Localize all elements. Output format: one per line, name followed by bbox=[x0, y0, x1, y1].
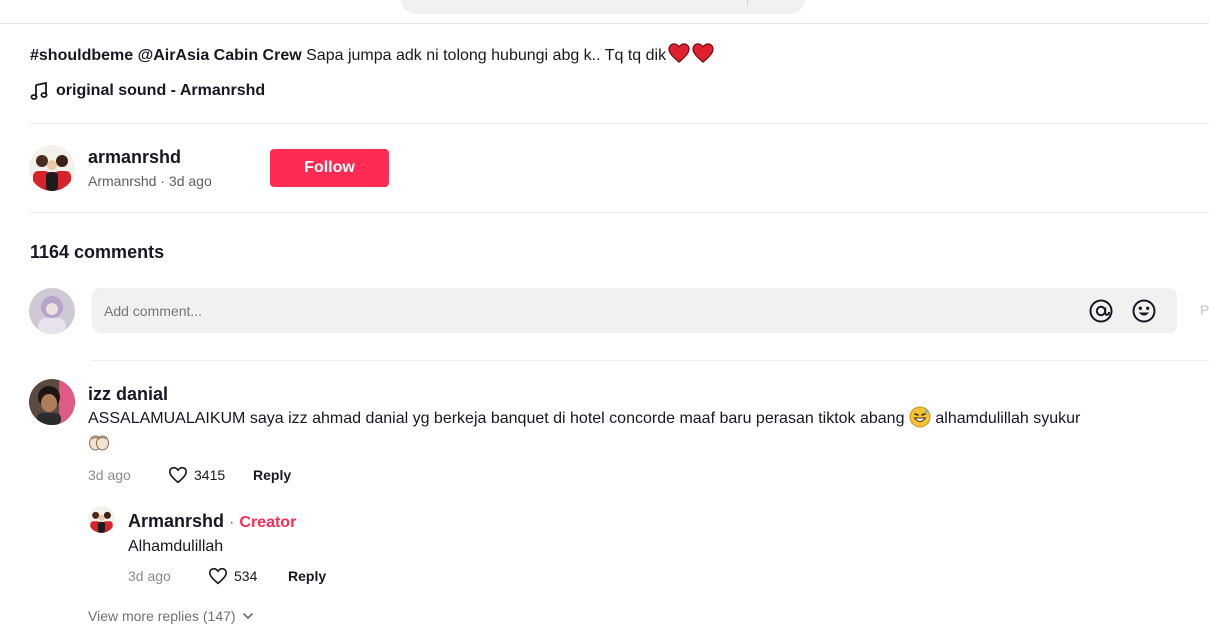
reply-avatar-image bbox=[88, 506, 115, 533]
comment-body-end: alhamdulillah syukur bbox=[930, 410, 1081, 427]
search-divider bbox=[747, 0, 748, 6]
heart-outline-icon bbox=[168, 466, 188, 484]
separator-dot: · bbox=[229, 514, 235, 531]
top-bar bbox=[0, 0, 1209, 24]
reply-text: Alhamdulillah bbox=[128, 538, 224, 555]
chevron-down-icon bbox=[242, 612, 253, 620]
view-more-label: View more replies (147) bbox=[88, 608, 236, 624]
reply-button[interactable]: Reply bbox=[253, 467, 291, 483]
reply-username-row: Armanrshd · Creator bbox=[128, 511, 296, 532]
current-user-avatar-image bbox=[29, 288, 75, 334]
hashtag-link[interactable]: #shouldbeme bbox=[30, 47, 133, 64]
view-more-replies[interactable]: View more replies (147) bbox=[88, 608, 254, 624]
creator-badge: Creator bbox=[239, 514, 297, 531]
heart-outline-icon bbox=[208, 567, 228, 585]
reply-username[interactable]: Armanrshd bbox=[128, 511, 224, 531]
divider bbox=[92, 360, 1209, 361]
author-username[interactable]: armanrshd bbox=[88, 147, 181, 168]
praying-hands-emoji bbox=[89, 435, 109, 451]
author-meta: Armanrshd · 3d ago bbox=[88, 173, 212, 189]
reply-reply-button[interactable]: Reply bbox=[288, 568, 326, 584]
comment-text: ASSALAMUALAIKUM saya izz ahmad danial yg… bbox=[88, 406, 1198, 457]
author-nickname: Armanrshd bbox=[88, 173, 157, 189]
red-heart-emoji bbox=[692, 43, 714, 63]
divider bbox=[30, 123, 1209, 124]
sound-title: original sound - Armanrshd bbox=[56, 82, 266, 99]
comment-body: ASSALAMUALAIKUM saya izz ahmad danial yg… bbox=[88, 410, 905, 427]
follow-button[interactable]: Follow bbox=[270, 149, 389, 187]
author-avatar-image bbox=[29, 145, 75, 191]
reply-avatar[interactable] bbox=[88, 506, 115, 533]
caption-text: Sapa jumpa adk ni tolong hubungi abg k..… bbox=[301, 47, 667, 64]
music-note-icon bbox=[30, 82, 48, 100]
divider bbox=[30, 212, 1209, 213]
post-button[interactable]: P bbox=[1200, 302, 1209, 318]
commenter-avatar-image bbox=[29, 379, 75, 425]
comment-date: 3d ago bbox=[88, 467, 131, 483]
comment-input[interactable] bbox=[92, 288, 1052, 333]
current-user-avatar bbox=[29, 288, 75, 334]
red-heart-emoji bbox=[668, 43, 690, 63]
like-count: 3415 bbox=[194, 467, 226, 483]
mention-link[interactable]: @AirAsia Cabin Crew bbox=[138, 47, 302, 64]
reply-like-button[interactable]: 534 bbox=[208, 567, 257, 585]
grinning-sweat-emoji bbox=[909, 406, 931, 428]
video-description: #shouldbeme @AirAsia Cabin Crew Sapa jum… bbox=[30, 43, 714, 67]
search-bar[interactable] bbox=[400, 0, 806, 14]
at-mention-icon[interactable] bbox=[1088, 298, 1114, 324]
like-button[interactable]: 3415 bbox=[168, 466, 225, 484]
comments-count: 1164 comments bbox=[30, 242, 165, 262]
comment-box bbox=[92, 288, 1177, 333]
comment-username[interactable]: izz danial bbox=[88, 384, 168, 405]
post-date: 3d ago bbox=[168, 173, 212, 189]
emoji-icon[interactable] bbox=[1131, 298, 1157, 324]
sound-link[interactable]: original sound - Armanrshd bbox=[30, 82, 265, 100]
reply-like-count: 534 bbox=[234, 568, 258, 584]
commenter-avatar[interactable] bbox=[29, 379, 75, 425]
reply-date: 3d ago bbox=[128, 568, 171, 584]
author-avatar[interactable] bbox=[29, 145, 75, 191]
